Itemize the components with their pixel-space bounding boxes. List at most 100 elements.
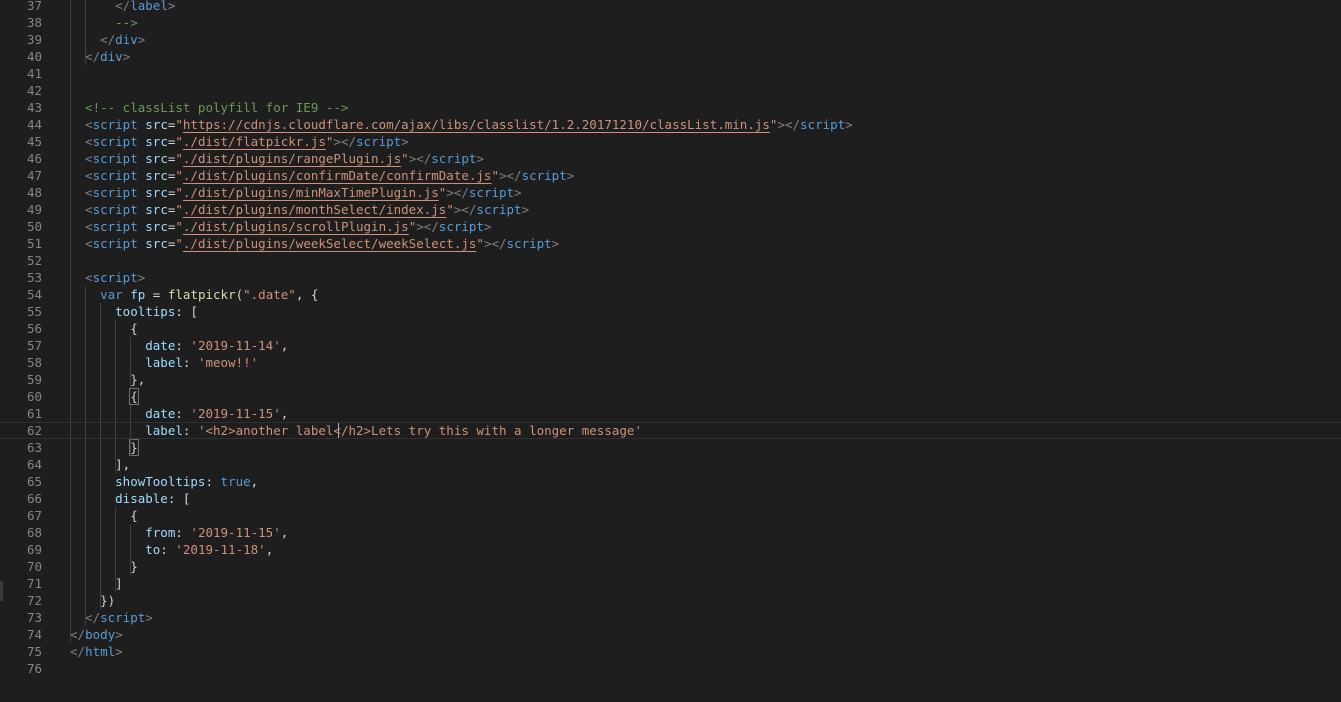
code-token: script (92, 185, 138, 200)
line-code: }) (70, 592, 115, 609)
code-line[interactable]: 69 to: '2019-11-18', (0, 541, 1341, 558)
code-token: body (85, 627, 116, 642)
code-line[interactable]: 53 <script> (0, 269, 1341, 286)
code-line[interactable]: 50 <script src="./dist/plugins/scrollPlu… (0, 218, 1341, 235)
code-line[interactable]: 42 (0, 82, 1341, 99)
code-token: ></ (446, 185, 469, 200)
code-line[interactable]: 38 --> (0, 14, 1341, 31)
code-token: : (182, 355, 198, 370)
code-token: > (137, 270, 146, 285)
line-number: 37 (26, 0, 42, 13)
code-line[interactable]: 63 } (0, 439, 1341, 456)
code-line[interactable]: 66 disable: [ (0, 490, 1341, 507)
line-number: 72 (26, 593, 42, 608)
line-number: 57 (26, 338, 42, 353)
code-line[interactable]: 59 }, (0, 371, 1341, 388)
code-line[interactable]: 68 from: '2019-11-15', (0, 524, 1341, 541)
code-line[interactable]: 49 <script src="./dist/plugins/monthSele… (0, 201, 1341, 218)
code-token: > (483, 219, 492, 234)
code-line[interactable]: 39 </div> (0, 31, 1341, 48)
line-number: 68 (26, 525, 42, 540)
code-line[interactable]: 57 date: '2019-11-14', (0, 337, 1341, 354)
line-code: </script> (70, 609, 153, 626)
line-code: { (70, 388, 139, 405)
indent-guide (100, 303, 101, 609)
code-line[interactable]: 45 <script src="./dist/flatpickr.js"></s… (0, 133, 1341, 150)
code-line[interactable]: 65 showTooltips: true, (0, 473, 1341, 490)
code-token: ></ (483, 236, 507, 251)
code-token: < (70, 168, 93, 183)
code-line[interactable]: 56 { (0, 320, 1341, 337)
code-line[interactable]: 47 <script src="./dist/plugins/confirmDa… (0, 167, 1341, 184)
code-line[interactable]: 46 <script src="./dist/plugins/rangePlug… (0, 150, 1341, 167)
code-line[interactable]: 54 var fp = flatpickr(".date", { (0, 286, 1341, 303)
line-number: 43 (26, 100, 42, 115)
code-line[interactable]: 44 <script src="https://cdnjs.cloudflare… (0, 116, 1341, 133)
code-token: { (129, 388, 139, 405)
code-token: '2019-11-15' (190, 406, 281, 421)
code-token: <!-- classList polyfill for IE9 --> (70, 100, 349, 115)
code-line[interactable]: 37 </label> (0, 0, 1341, 14)
code-token: script (92, 134, 138, 149)
code-token: </ (70, 0, 131, 13)
code-token: src (145, 134, 168, 149)
line-code: label: 'meow!!' (70, 354, 258, 371)
code-token: : [ (175, 304, 198, 319)
code-line[interactable]: 55 tooltips: [ (0, 303, 1341, 320)
code-line[interactable]: 41 (0, 65, 1341, 82)
code-token: : (175, 406, 191, 421)
code-line[interactable]: 51 <script src="./dist/plugins/weekSelec… (0, 235, 1341, 252)
line-code: <script> (70, 269, 145, 286)
line-number: 64 (26, 457, 42, 472)
code-line[interactable]: 73 </script> (0, 609, 1341, 626)
code-line[interactable]: 72 }) (0, 592, 1341, 609)
code-token: " (476, 236, 484, 251)
code-token: script (92, 219, 138, 234)
code-token: ./dist/plugins/weekSelect/weekSelect.js (182, 236, 477, 251)
code-token: < (70, 219, 93, 234)
code-token: " (175, 134, 183, 149)
line-number: 76 (26, 661, 42, 676)
code-line[interactable]: 61 date: '2019-11-15', (0, 405, 1341, 422)
code-line[interactable]: 62 label: '<h2>another label</h2>Lets tr… (0, 422, 1341, 439)
line-number: 46 (26, 151, 42, 166)
code-line[interactable]: 74 </body> (0, 626, 1341, 643)
line-number: 63 (26, 440, 42, 455)
line-code: { (70, 320, 138, 337)
code-line[interactable]: 52 (0, 252, 1341, 269)
code-token: " (175, 168, 183, 183)
code-token: ></ (416, 219, 439, 234)
line-number: 40 (26, 49, 42, 64)
line-number: 58 (26, 355, 42, 370)
code-editor[interactable]: 37 </label> 38 --> 39 </div> 40 </div> 41 42 4… (0, 0, 1341, 702)
code-token: < (70, 270, 93, 285)
code-line[interactable]: 64 ], (0, 456, 1341, 473)
code-token: ></ (408, 151, 432, 166)
code-token: " (175, 117, 183, 132)
line-code: <script src="./dist/plugins/scrollPlugin… (70, 218, 491, 235)
code-token: ( (235, 287, 244, 302)
code-token: script (431, 151, 477, 166)
code-line[interactable]: 58 label: 'meow!!' (0, 354, 1341, 371)
code-token: : (175, 525, 191, 540)
code-line[interactable]: 40 </div> (0, 48, 1341, 65)
line-number: 42 (26, 83, 42, 98)
code-token: " (491, 168, 499, 183)
code-line[interactable]: 70 } (0, 558, 1341, 575)
code-token: < (70, 185, 93, 200)
line-number: 65 (26, 474, 42, 489)
line-code: } (70, 558, 138, 575)
line-number: 45 (26, 134, 42, 149)
line-number: 62 (26, 423, 42, 438)
code-line[interactable]: 71 ] (0, 575, 1341, 592)
code-line[interactable]: 43 <!-- classList polyfill for IE9 --> (0, 99, 1341, 116)
code-line[interactable]: 75 </html> (0, 643, 1341, 660)
code-line[interactable]: 48 <script src="./dist/plugins/minMaxTim… (0, 184, 1341, 201)
code-line[interactable]: 67 { (0, 507, 1341, 524)
code-token: div (115, 32, 138, 47)
line-number: 38 (26, 15, 42, 30)
code-line[interactable]: 76 (0, 660, 1341, 677)
code-line[interactable]: 60 { (0, 388, 1341, 405)
line-code: <script src="./dist/plugins/weekSelect/w… (70, 235, 559, 252)
line-number: 69 (26, 542, 42, 557)
